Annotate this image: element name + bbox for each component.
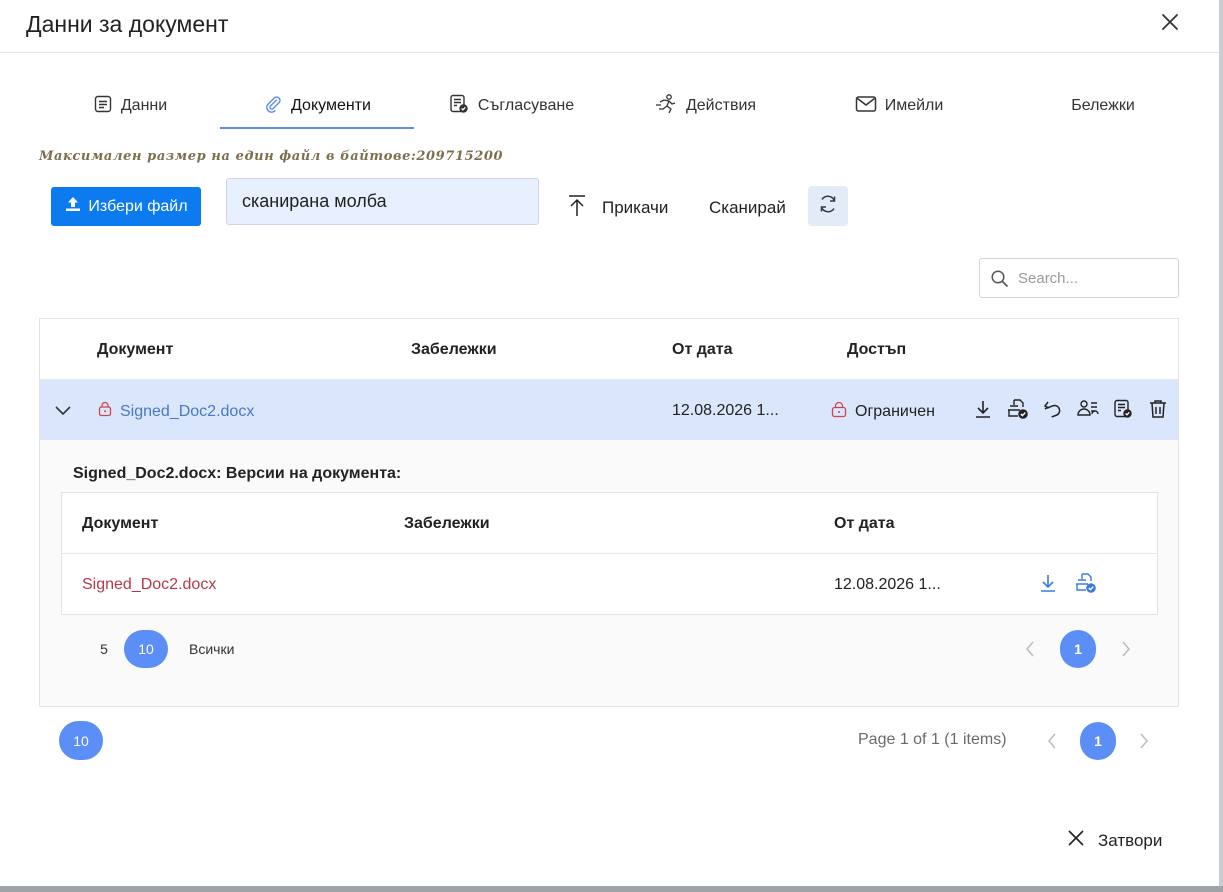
tab-notes[interactable]: Бележки [1006,84,1200,128]
approval-icon[interactable] [1111,397,1135,421]
chevron-right-icon[interactable] [1132,729,1156,753]
undo-icon[interactable] [1041,397,1065,421]
search-icon [991,270,1009,288]
refresh-icon [817,193,839,220]
column-header-document[interactable]: Документ [97,341,173,359]
document-versions-panel: Signed_Doc2.docx: Версии на документа: Д… [40,440,1178,706]
window-edge [0,886,1223,892]
tab-emails[interactable]: Имейли [802,84,996,128]
version-document-link[interactable]: Signed_Doc2.docx [82,576,216,594]
tab-actions[interactable]: Действия [608,84,802,128]
table-row[interactable]: Signed_Doc2.docx 12.08.2026 1... [62,554,1157,615]
pick-file-button[interactable]: Избери файл [51,187,201,226]
access-cell: Ограничен [831,401,935,423]
row-actions [971,397,1170,421]
share-users-icon[interactable] [1076,397,1100,421]
chevron-left-icon[interactable] [1018,637,1042,661]
grid-header: Документ Забележки От дата Достъп [40,319,1178,380]
trash-icon[interactable] [1146,397,1170,421]
column-header-document[interactable]: Документ [82,515,158,533]
max-file-size-note: Максимален размер на един файл в байтове… [39,149,504,164]
column-header-notes[interactable]: Забележки [404,515,490,533]
tab-label: Съгласуване [477,97,575,114]
table-row[interactable]: Signed_Doc2.docx 12.08.2026 1... Огранич… [40,380,1178,440]
close-icon[interactable] [1158,10,1182,34]
approval-icon [448,93,470,120]
tab-approval[interactable]: Съгласуване [414,84,608,128]
column-header-date[interactable]: От дата [834,515,895,533]
versions-pager: 1 [1018,630,1138,668]
scan-button[interactable]: Сканирай [709,198,786,218]
tab-bar: Данни Документи Съгласуване Действия Име… [40,84,1180,130]
tab-label: Имейли [884,97,944,114]
upload-icon [64,195,82,218]
document-data-dialog: Данни за документ Данни Документи Съглас… [0,0,1219,886]
chevron-left-icon[interactable] [1040,729,1064,753]
dialog-header: Данни за документ [0,0,1219,53]
refresh-button[interactable] [808,186,848,226]
column-header-notes[interactable]: Забележки [411,341,497,359]
lock-icon [831,401,847,423]
document-link[interactable]: Signed_Doc2.docx [98,401,254,422]
document-date: 12.08.2026 1... [672,402,779,419]
tab-label: Действия [685,97,757,114]
search-input[interactable] [1018,265,1173,292]
page-button-1[interactable]: 1 [1060,630,1096,668]
page-size-10[interactable]: 10 [124,630,168,668]
document-name: Signed_Doc2.docx [120,402,255,420]
version-date: 12.08.2026 1... [834,576,941,593]
versions-title: Signed_Doc2.docx: Версии на документа: [73,465,402,482]
documents-grid: Документ Забележки От дата Достъп Signed… [39,318,1179,707]
version-actions [1036,571,1098,595]
paperclip-icon [263,94,283,119]
attach-label: Прикачи [602,198,669,217]
sign-document-icon[interactable] [1074,571,1098,595]
upload-arrow-icon [566,193,588,224]
attach-button[interactable]: Прикачи [566,193,668,223]
close-button[interactable]: Затвори [1066,828,1162,853]
chevron-down-icon[interactable] [53,400,73,425]
close-button-label: Затвори [1098,830,1163,850]
pick-file-label: Избери файл [88,197,188,215]
access-value: Ограничен [855,403,935,420]
versions-page-size-selector: 5 10 Всички [84,630,234,668]
tab-label: Документи [291,97,371,114]
column-header-date[interactable]: От дата [672,341,733,359]
sign-document-icon[interactable] [1006,397,1030,421]
mail-icon [855,95,877,118]
documents-pager: 1 [1040,721,1156,760]
tab-documents[interactable]: Документи [220,84,414,128]
versions-grid: Документ Забележки От дата Signed_Doc2.d… [61,492,1158,615]
versions-grid-header: Документ Забележки От дата [62,493,1157,554]
dialog-title: Данни за документ [26,11,229,37]
tab-label: Бележки [1071,97,1135,114]
lock-icon [98,401,112,422]
page-button-1[interactable]: 1 [1080,721,1116,760]
close-icon [1066,828,1086,853]
page-size-all[interactable]: Всички [168,630,234,668]
download-icon[interactable] [1036,571,1060,595]
active-tab-indicator [220,127,414,129]
window-edge [1219,0,1223,892]
download-icon[interactable] [971,397,995,421]
column-header-access[interactable]: Достъп [847,341,906,359]
pager-info: Page 1 of 1 (1 items) [858,731,1007,748]
running-person-icon [654,93,678,120]
page-size-5[interactable]: 5 [84,630,124,668]
tab-data[interactable]: Данни [40,84,220,128]
tab-label: Данни [120,97,168,114]
chevron-right-icon[interactable] [1114,637,1138,661]
search-box [979,258,1179,298]
page-size-10[interactable]: 10 [59,721,103,760]
list-icon [93,94,113,119]
file-note-input[interactable] [226,178,539,225]
